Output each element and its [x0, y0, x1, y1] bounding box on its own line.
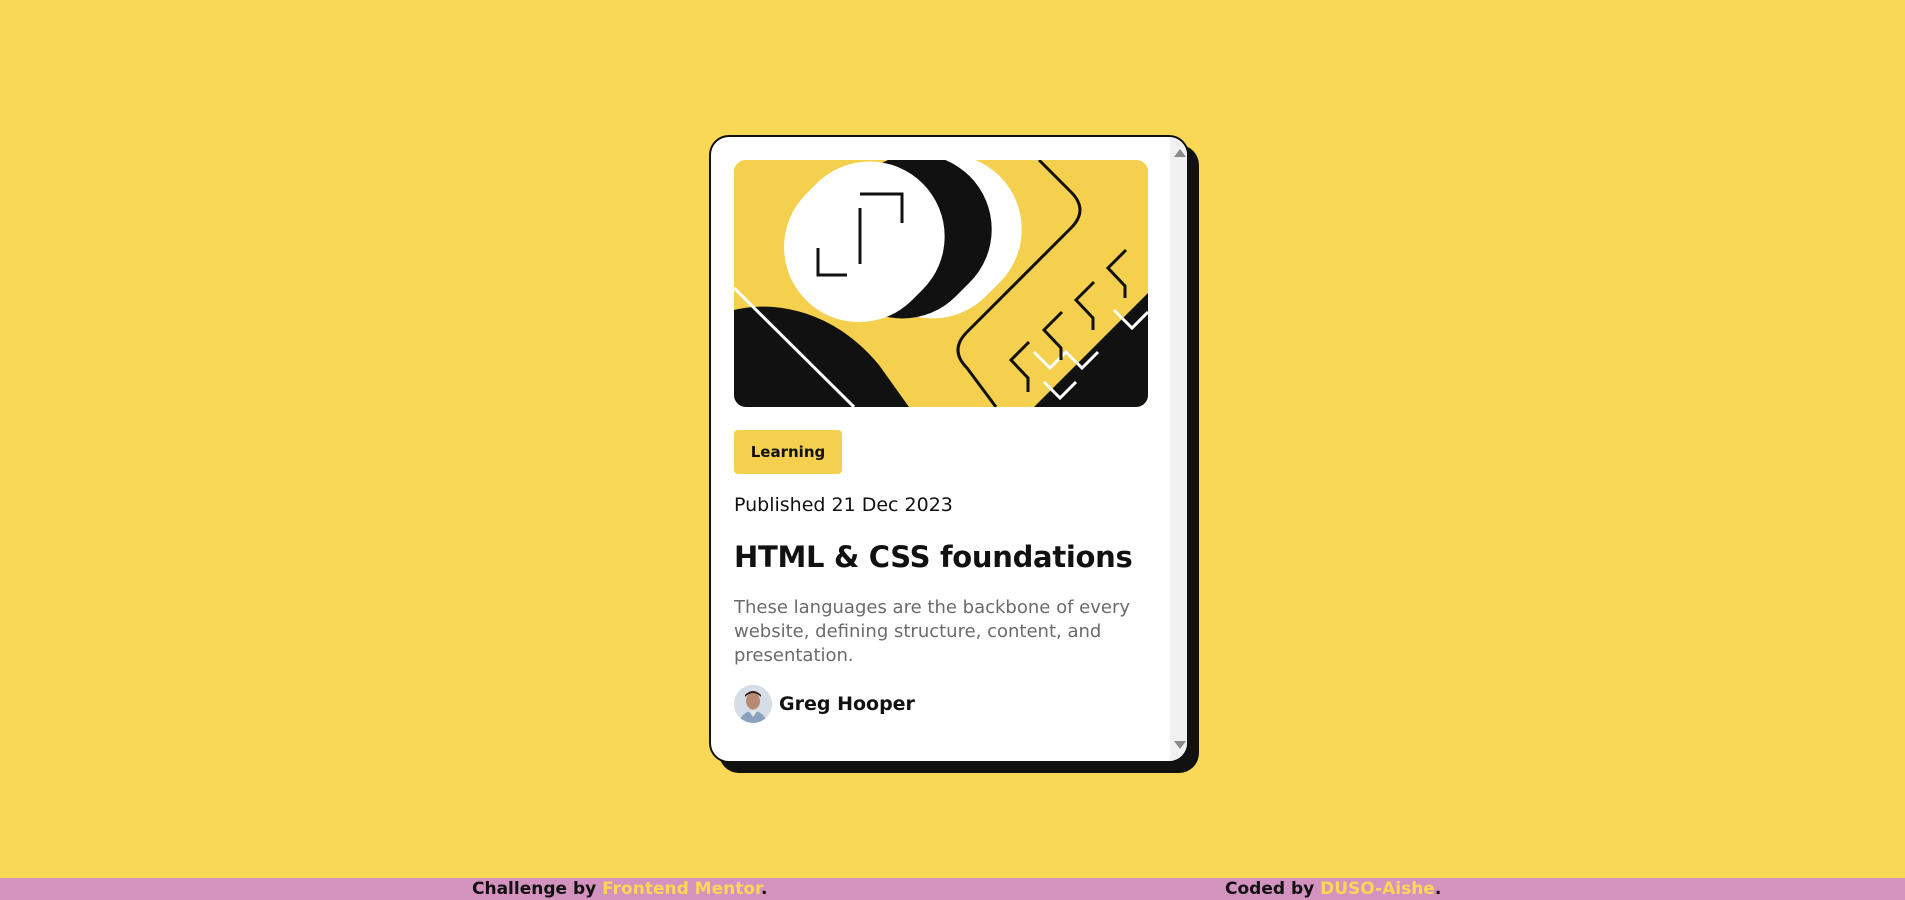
published-date: Published 21 Dec 2023	[734, 494, 953, 516]
challenge-prefix: Challenge by	[472, 879, 597, 899]
card-scrollbar[interactable]	[1170, 137, 1187, 761]
author-name: Greg Hooper	[779, 693, 915, 715]
illustration-article-icon	[734, 160, 1148, 407]
frontend-mentor-link[interactable]: Frontend Mentor	[602, 879, 761, 899]
article-description: These languages are the backbone of ever…	[734, 597, 1130, 666]
coder-link[interactable]: DUSO-Aishe	[1320, 879, 1435, 899]
attribution-footer: Challenge by Frontend Mentor. Coded by D…	[0, 878, 1905, 900]
challenge-period: .	[761, 879, 768, 899]
hero-illustration	[734, 160, 1148, 407]
blog-preview-card: Learning Published 21 Dec 2023 HTML & CS…	[709, 135, 1189, 763]
author: Greg Hooper	[734, 685, 1187, 723]
coded-period: .	[1434, 879, 1442, 899]
coder-attribution: Coded by DUSO-Aishe.	[1225, 879, 1441, 899]
card-content: Learning Published 21 Dec 2023 HTML & CS…	[711, 137, 1187, 723]
challenge-attribution: Challenge by Frontend Mentor.	[472, 879, 767, 899]
category-tag: Learning	[734, 430, 842, 474]
article-title[interactable]: HTML & CSS foundations	[734, 540, 1187, 574]
scroll-up-arrow-icon[interactable]	[1174, 149, 1186, 157]
coded-prefix: Coded by	[1225, 879, 1315, 899]
scroll-down-arrow-icon[interactable]	[1174, 741, 1186, 749]
avatar-icon	[734, 685, 772, 723]
author-avatar	[734, 685, 772, 723]
